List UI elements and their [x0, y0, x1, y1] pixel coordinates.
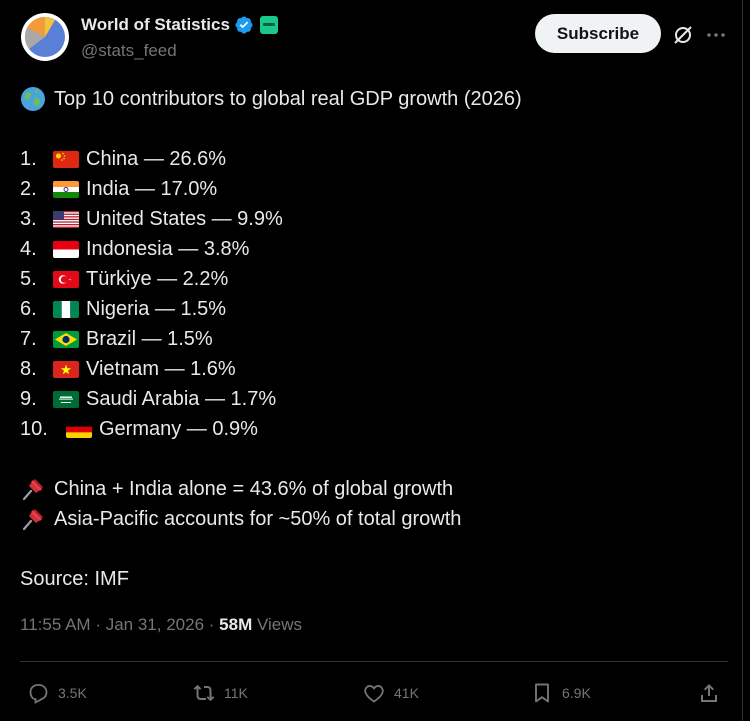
avatar[interactable] [21, 13, 69, 61]
verified-badge-icon[interactable] [234, 15, 254, 35]
bookmark-button[interactable]: 6.9K [530, 677, 591, 709]
grok-icon[interactable] [671, 23, 695, 47]
india-flag-icon [53, 180, 79, 198]
list-item: 6. Nigeria — 1.5% [20, 294, 720, 324]
rank-number: 9. [20, 388, 37, 410]
list-item: 5. Türkiye — 2.2% [20, 264, 720, 294]
ranking-text: Nigeria — 1.5% [86, 298, 227, 320]
tweet-date[interactable]: Jan 31, 2026 [106, 615, 204, 634]
rank-number: 6. [20, 298, 37, 320]
repost-button[interactable]: 11K [192, 677, 248, 709]
ranking-text: India — 17.0% [86, 178, 218, 200]
list-item: 10. Germany — 0.9% [20, 414, 720, 444]
nigeria-flag-icon [53, 300, 79, 318]
ranking-text: Vietnam — 1.6% [86, 358, 236, 380]
tweet-text: Top 10 contributors to global real GDP g… [20, 84, 720, 594]
us-flag-icon [53, 210, 79, 228]
share-button[interactable] [697, 677, 721, 709]
like-button[interactable]: 41K [362, 677, 419, 709]
list-item: 2. India — 17.0% [20, 174, 720, 204]
affiliate-badge-icon[interactable] [259, 16, 278, 34]
tweet: World of Statistics @stats_feed Subscrib… [0, 0, 743, 721]
list-item: 9. Saudi Arabia — 1.7% [20, 384, 720, 414]
indonesia-flag-icon [53, 240, 79, 258]
reply-icon [29, 684, 48, 704]
turkiye-flag-icon [53, 270, 79, 288]
repost-icon [193, 684, 215, 702]
source-text: Source: IMF [20, 568, 129, 590]
bookmark-icon [535, 683, 549, 703]
list-item: 4. Indonesia — 3.8% [20, 234, 720, 264]
rank-number: 7. [20, 328, 37, 350]
rank-number: 8. [20, 358, 37, 380]
tweet-title: Top 10 contributors to global real GDP g… [54, 88, 522, 110]
bookmark-count: 6.9K [562, 685, 591, 701]
share-icon [701, 684, 717, 702]
brazil-flag-icon [53, 330, 79, 348]
more-options-icon[interactable] [704, 23, 728, 47]
rank-number: 1. [20, 148, 37, 170]
meta-separator: · [208, 615, 215, 634]
pushpin-emoji-icon [20, 476, 46, 502]
vietnam-flag-icon [53, 360, 79, 378]
rank-number: 5. [20, 268, 37, 290]
ranking-text: Saudi Arabia — 1.7% [86, 388, 277, 410]
ranking-text: China — 26.6% [86, 148, 227, 170]
rank-number: 3. [20, 208, 37, 230]
heart-icon [364, 685, 384, 703]
list-item: 8. Vietnam — 1.6% [20, 354, 720, 384]
note-line: Asia-Pacific accounts for ~50% of total … [20, 504, 720, 534]
ranking-text: Brazil — 1.5% [86, 328, 213, 350]
globe-emoji-icon [20, 86, 46, 112]
note-text: China + India alone = 43.6% of global gr… [54, 478, 454, 500]
tweet-time[interactable]: 11:55 AM [20, 615, 91, 634]
rank-number: 2. [20, 178, 37, 200]
ranking-text: United States — 9.9% [86, 208, 283, 230]
note-text: Asia-Pacific accounts for ~50% of total … [54, 508, 462, 530]
saudi-flag-icon [53, 390, 79, 408]
pushpin-emoji-icon [20, 506, 46, 532]
ranking-text: Indonesia — 3.8% [86, 238, 250, 260]
name-row: World of Statistics [81, 15, 278, 35]
china-flag-icon [53, 150, 79, 168]
germany-flag-icon [66, 420, 92, 438]
handle[interactable]: @stats_feed [81, 41, 177, 61]
rank-number: 4. [20, 238, 37, 260]
ranking-text: Türkiye — 2.2% [86, 268, 229, 290]
list-item: 3. United States — 9.9% [20, 204, 720, 234]
views-count[interactable]: 58M [219, 615, 252, 634]
display-name[interactable]: World of Statistics [81, 15, 230, 35]
reply-count: 3.5K [58, 685, 87, 701]
list-item: 1. China — 26.6% [20, 144, 720, 174]
meta-separator: · [95, 615, 101, 634]
tweet-meta: 11:55 AM · Jan 31, 2026 · 58M Views [20, 615, 302, 635]
action-bar: 3.5K 11K 41K 6.9K [0, 677, 742, 709]
tweet-title-line: Top 10 contributors to global real GDP g… [20, 84, 720, 114]
subscribe-button[interactable]: Subscribe [535, 14, 661, 53]
ranking-text: Germany — 0.9% [99, 418, 258, 440]
repost-count: 11K [224, 685, 248, 701]
note-line: China + India alone = 43.6% of global gr… [20, 474, 720, 504]
divider [20, 661, 728, 662]
list-item: 7. Brazil — 1.5% [20, 324, 720, 354]
reply-button[interactable]: 3.5K [26, 677, 87, 709]
source-line: Source: IMF [20, 564, 720, 594]
views-label: Views [256, 615, 303, 634]
like-count: 41K [394, 685, 419, 701]
rank-number: 10. [20, 418, 48, 440]
